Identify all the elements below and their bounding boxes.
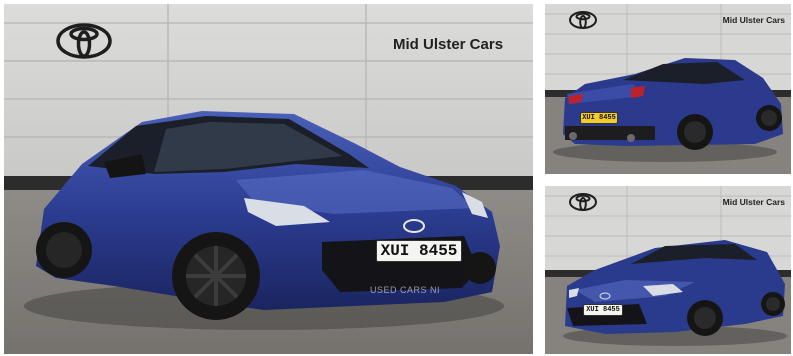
dealer-name: Mid Ulster Cars <box>722 197 785 207</box>
watermark: USED CARS NI <box>370 285 441 295</box>
rear-photo-scene <box>545 4 791 174</box>
thumbnail-rear-view[interactable]: Mid Ulster Cars XUI 8455 <box>545 4 791 174</box>
dealer-name: Mid Ulster Cars <box>393 36 504 53</box>
dealer-name: Mid Ulster Cars <box>722 15 785 25</box>
thumbnail-front-view[interactable]: Mid Ulster Cars XUI 8455 <box>545 186 791 354</box>
front-photo-scene <box>545 186 791 354</box>
registration-plate: XUI 8455 <box>376 240 462 262</box>
main-car-photo[interactable]: Mid Ulster Cars XUI 8455 USED CARS NI <box>4 4 533 354</box>
main-photo-scene <box>4 4 533 354</box>
registration-plate: XUI 8455 <box>580 112 618 124</box>
registration-plate: XUI 8455 <box>583 304 623 316</box>
